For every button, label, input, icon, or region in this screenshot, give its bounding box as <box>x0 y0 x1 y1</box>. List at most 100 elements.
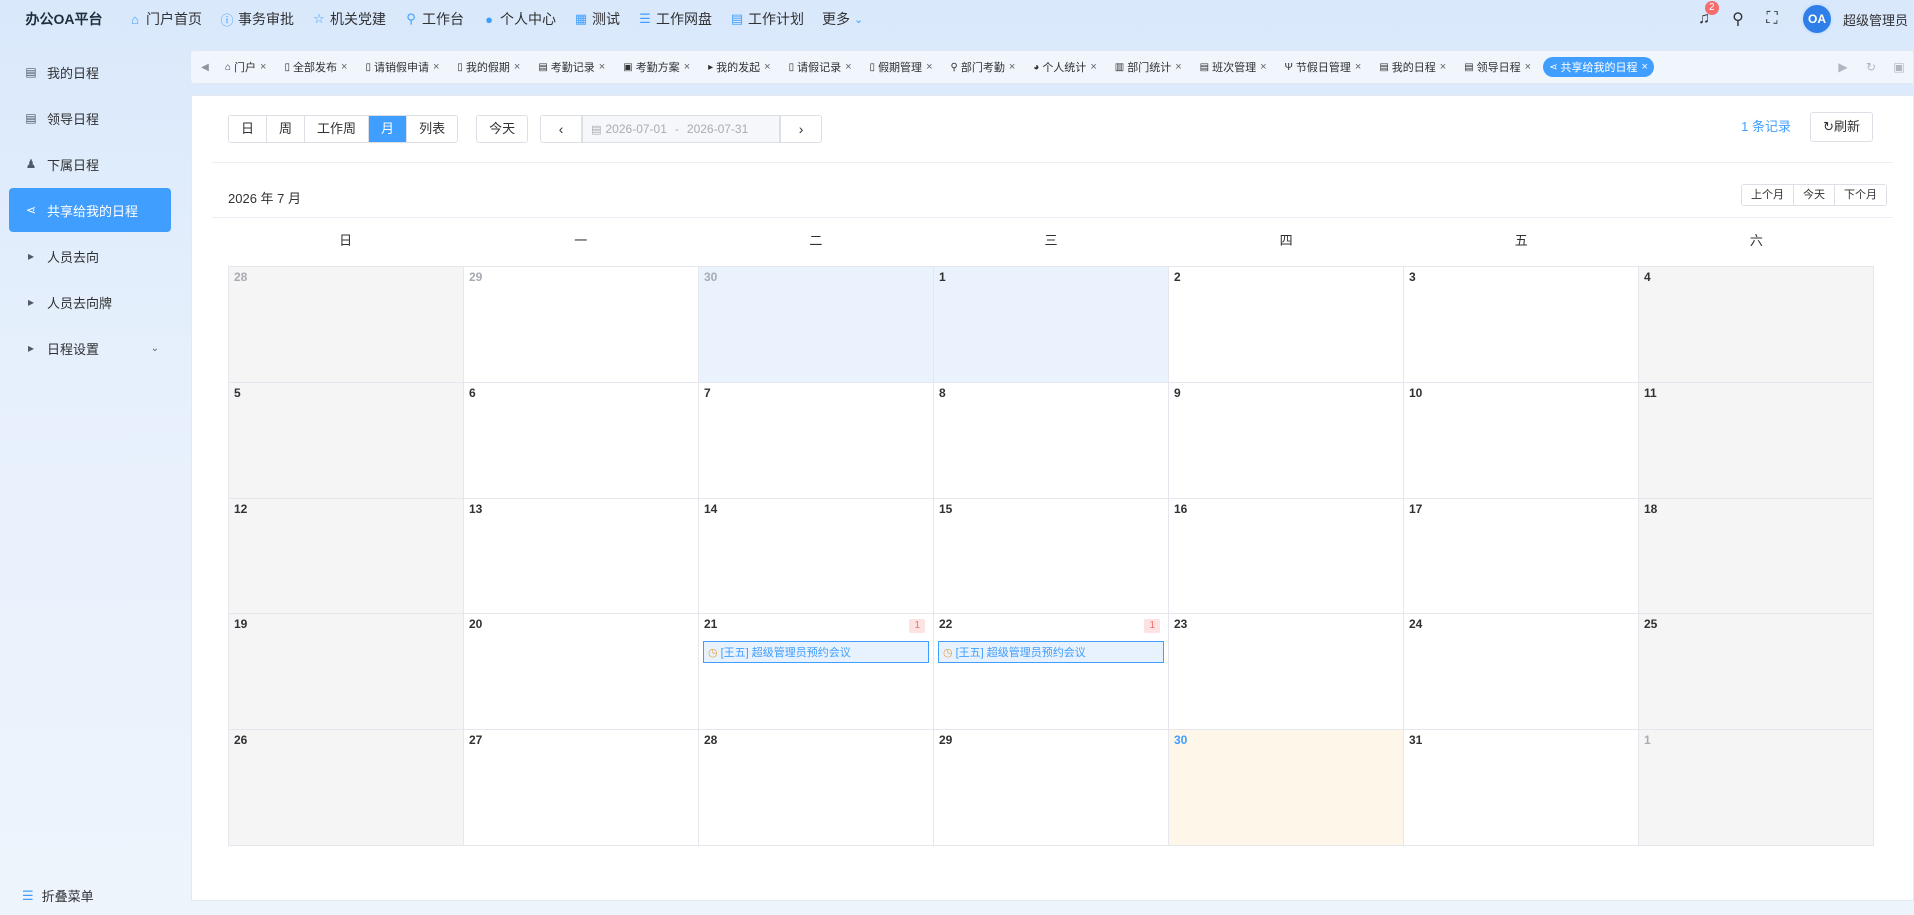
close-icon[interactable]: × <box>926 61 932 73</box>
day-cell[interactable]: 5 <box>229 382 464 499</box>
day-cell[interactable]: 19 <box>229 614 464 731</box>
date-range-input[interactable]: ▤ 2026-07-01 - 2026-07-31 <box>582 115 781 143</box>
day-cell[interactable]: 10 <box>1404 382 1639 499</box>
day-cell[interactable]: 11 <box>1639 382 1874 499</box>
month-nav-button-0[interactable]: 上个月 <box>1742 185 1794 205</box>
bell-icon[interactable]: ♫ 2 <box>1687 1 1721 28</box>
sidebar-item-3[interactable]: ⋖ 共享给我的日程 <box>9 188 171 232</box>
day-cell[interactable]: 7 <box>699 382 934 499</box>
tab-15[interactable]: ▤ 领导日程 × <box>1458 57 1537 77</box>
sidebar-item-6[interactable]: ▸ 日程设置 ⌄ <box>9 326 171 370</box>
top-nav-item-4[interactable]: ● 个人中心 <box>482 9 556 29</box>
day-cell[interactable]: 14 <box>699 498 934 615</box>
record-count-link[interactable]: 1 条记录 <box>1741 116 1791 135</box>
collapse-menu-button[interactable]: ☰ 折叠菜单 <box>22 886 94 905</box>
close-icon[interactable]: × <box>599 61 605 73</box>
tab-13[interactable]: Ψ 节假日管理 × <box>1279 57 1368 77</box>
tab-7[interactable]: ▯ 请假记录 × <box>783 57 858 77</box>
close-icon[interactable]: × <box>514 61 520 73</box>
close-icon[interactable]: × <box>764 61 770 73</box>
day-cell[interactable]: 1 <box>1639 730 1874 846</box>
tab-2[interactable]: ▯ 请销假申请 × <box>359 57 445 77</box>
day-cell[interactable]: 8 <box>934 382 1169 499</box>
tab-3[interactable]: ▯ 我的假期 × <box>451 57 526 77</box>
day-cell[interactable]: 9 <box>1169 382 1404 499</box>
day-cell[interactable]: 1 <box>934 267 1169 383</box>
close-icon[interactable]: × <box>1175 61 1181 73</box>
day-cell[interactable]: 2 <box>1169 267 1404 383</box>
day-cell[interactable]: 4 <box>1639 267 1874 383</box>
sidebar-item-4[interactable]: ▸ 人员去向 <box>9 234 171 278</box>
tab-16[interactable]: ⋖ 共享给我的日程 × <box>1543 57 1654 77</box>
top-nav-item-2[interactable]: ☆ 机关党建 <box>312 9 386 29</box>
day-cell[interactable]: 29 <box>934 730 1169 846</box>
username[interactable]: 超级管理员 <box>1843 10 1908 29</box>
day-cell[interactable]: 30 <box>699 267 934 383</box>
search-icon[interactable]: ⚲ <box>1721 9 1755 29</box>
top-nav-item-6[interactable]: ☰ 工作网盘 <box>638 9 712 29</box>
calendar-event[interactable]: ◷ [王五] 超级管理员预约会议 <box>703 641 929 664</box>
fullscreen-icon[interactable]: ⛶ <box>1755 10 1789 28</box>
top-nav-item-1[interactable]: ⓘ 事务审批 <box>220 9 294 29</box>
top-nav-item-7[interactable]: ▤ 工作计划 <box>730 9 804 29</box>
view-button-0[interactable]: 日 <box>229 116 268 142</box>
refresh-button[interactable]: ↻刷新 <box>1810 112 1873 142</box>
tab-menu-icon[interactable]: ▣ <box>1885 60 1913 74</box>
tab-1[interactable]: ▯ 全部发布 × <box>278 57 353 77</box>
sidebar-item-1[interactable]: ▤ 领导日程 <box>9 96 171 140</box>
close-icon[interactable]: × <box>341 61 347 73</box>
tab-14[interactable]: ▤ 我的日程 × <box>1373 57 1452 77</box>
day-cell[interactable]: 13 <box>464 498 699 615</box>
top-nav-item-0[interactable]: ⌂ 门户首页 <box>128 9 202 29</box>
prev-range-button[interactable]: ‹ <box>540 115 583 143</box>
sidebar-item-5[interactable]: ▸ 人员去向牌 <box>9 280 171 324</box>
day-cell[interactable]: 24 <box>1404 614 1639 731</box>
close-icon[interactable]: × <box>1009 61 1015 73</box>
close-icon[interactable]: × <box>684 61 690 73</box>
day-cell[interactable]: 20 <box>464 614 699 731</box>
day-cell[interactable]: 28 <box>699 730 934 846</box>
avatar[interactable]: OA <box>1800 3 1833 35</box>
calendar-event[interactable]: ◷ [王五] 超级管理员预约会议 <box>938 641 1164 664</box>
tab-scroll-left-icon[interactable]: ◀ <box>191 62 219 73</box>
close-icon[interactable]: × <box>433 61 439 73</box>
day-cell[interactable]: 3 <box>1404 267 1639 383</box>
top-nav-item-5[interactable]: ▦ 测试 <box>574 9 620 29</box>
day-cell[interactable]: 22 1 ◷ [王五] 超级管理员预约会议 <box>934 614 1169 731</box>
tab-0[interactable]: ⌂ 门户 × <box>219 57 272 77</box>
tab-8[interactable]: ▯ 假期管理 × <box>864 57 939 77</box>
day-cell[interactable]: 29 <box>464 267 699 383</box>
tab-9[interactable]: ⚲ 部门考勤 × <box>945 57 1022 77</box>
close-icon[interactable]: × <box>1525 61 1531 73</box>
day-cell[interactable]: 16 <box>1169 498 1404 615</box>
view-button-4[interactable]: 列表 <box>407 116 458 142</box>
today-button[interactable]: 今天 <box>476 115 529 143</box>
sidebar-item-2[interactable]: ♟ 下属日程 <box>9 142 171 186</box>
tab-6[interactable]: ▸ 我的发起 × <box>702 57 776 77</box>
tab-11[interactable]: ▥ 部门统计 × <box>1109 57 1188 77</box>
view-button-3[interactable]: 月 <box>369 116 408 142</box>
view-button-2[interactable]: 工作周 <box>305 116 370 142</box>
close-icon[interactable]: × <box>1642 61 1648 73</box>
reload-icon[interactable]: ↻ <box>1857 60 1885 74</box>
day-cell[interactable]: 17 <box>1404 498 1639 615</box>
close-icon[interactable]: × <box>260 61 266 73</box>
day-cell[interactable]: 30 <box>1169 730 1404 846</box>
month-nav-button-2[interactable]: 下个月 <box>1835 185 1886 205</box>
top-nav-item-3[interactable]: ⚲ 工作台 <box>404 9 464 29</box>
day-cell[interactable]: 31 <box>1404 730 1639 846</box>
day-cell[interactable]: 23 <box>1169 614 1404 731</box>
top-nav-more[interactable]: 更多 ⌄ <box>822 9 863 29</box>
day-cell[interactable]: 27 <box>464 730 699 846</box>
day-cell[interactable]: 25 <box>1639 614 1874 731</box>
close-icon[interactable]: × <box>1260 61 1266 73</box>
day-cell[interactable]: 6 <box>464 382 699 499</box>
tab-scroll-right-icon[interactable]: ▶ <box>1829 60 1857 74</box>
tab-4[interactable]: ▤ 考勤记录 × <box>532 57 611 77</box>
day-cell[interactable]: 28 <box>229 267 464 383</box>
view-button-1[interactable]: 周 <box>267 116 306 142</box>
tab-12[interactable]: ▤ 班次管理 × <box>1194 57 1273 77</box>
day-cell[interactable]: 26 <box>229 730 464 846</box>
close-icon[interactable]: × <box>1440 61 1446 73</box>
sidebar-item-0[interactable]: ▤ 我的日程 <box>9 50 171 94</box>
